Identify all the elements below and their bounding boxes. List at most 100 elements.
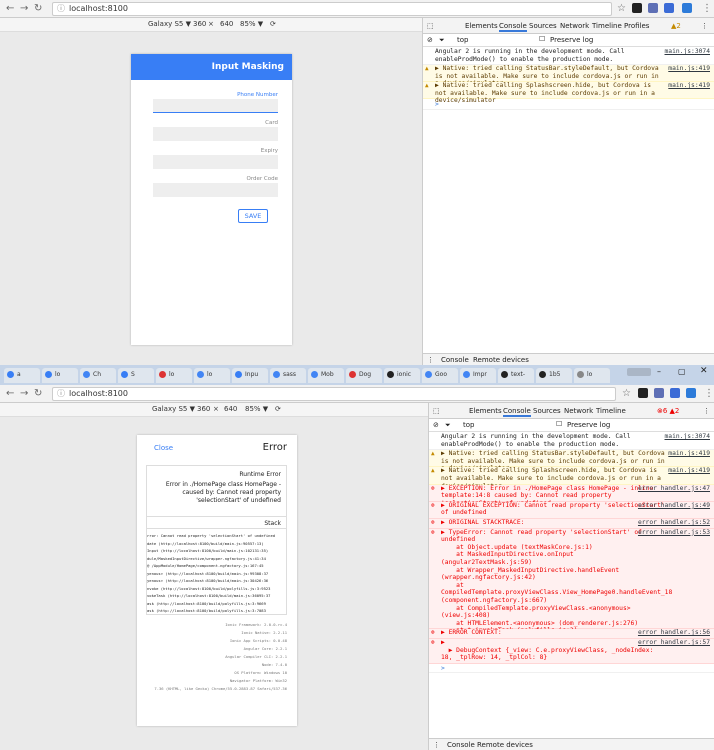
console-message: Angular 2 is running in the development …	[429, 433, 714, 451]
browser-tab[interactable]: Ch	[80, 368, 116, 383]
order-code-input[interactable]	[153, 183, 278, 197]
device-select[interactable]: Galaxy S5 ▼	[152, 403, 195, 416]
tab-sources[interactable]: Sources	[533, 407, 561, 415]
reload-icon[interactable]: ↻	[34, 3, 42, 14]
extension-icon[interactable]	[638, 388, 648, 398]
extension-icon[interactable]	[682, 3, 692, 13]
maximize-icon[interactable]: ▢	[678, 367, 686, 376]
close-button[interactable]: Close	[154, 444, 173, 452]
extension-icon[interactable]	[632, 3, 642, 13]
tab-network[interactable]: Network	[564, 407, 593, 415]
tab-elements[interactable]: Elements	[469, 407, 502, 415]
drawer-tab-console[interactable]: Console	[441, 356, 469, 364]
context-select[interactable]: top	[463, 421, 474, 429]
console-error: ⊗ ▶ ▶ DebugContext {_view: C.e.proxyViewC…	[429, 639, 714, 664]
tab-timeline[interactable]: Timeline	[592, 22, 622, 30]
console-error: ⊗ ▶ ERROR CONTEXT: error_handler.js:56	[429, 629, 714, 639]
device-toolbar: Galaxy S5 ▼ 360 × 640 85% ▼ ⟳	[0, 18, 422, 32]
error-count[interactable]: ⊗6 ▲2	[657, 407, 679, 415]
browser-tab[interactable]: Mob	[308, 368, 344, 383]
context-select[interactable]: top	[457, 36, 468, 44]
inspect-icon[interactable]: ⬚	[433, 407, 440, 415]
filter-icon[interactable]: ⏷	[445, 421, 451, 430]
profile-icon[interactable]	[627, 368, 651, 376]
drawer-tab-remote-devices[interactable]: Remote devices	[477, 741, 533, 749]
rotate-icon[interactable]: ⟳	[270, 18, 276, 31]
tab-favicon-icon	[539, 371, 546, 378]
rotate-icon[interactable]: ⟳	[275, 403, 281, 416]
phone-input[interactable]	[153, 99, 278, 113]
browser-tab[interactable]: Dog	[346, 368, 382, 383]
minimize-icon[interactable]: –	[657, 367, 661, 376]
zoom-select[interactable]: 85% ▼	[240, 18, 263, 31]
back-icon[interactable]: ←	[6, 3, 14, 14]
drawer-tab-remote-devices[interactable]: Remote devices	[473, 356, 529, 364]
reload-icon[interactable]: ↻	[34, 388, 42, 399]
browser-tab[interactable]: ionic	[384, 368, 420, 383]
info-line: 7.36 (KHTML, like Gecko) Chrome/55.0.288…	[154, 686, 287, 691]
browser-tab[interactable]: lo	[156, 368, 192, 383]
extension-icon[interactable]	[686, 388, 696, 398]
tab-timeline[interactable]: Timeline	[596, 407, 626, 415]
browser-tab[interactable]: lo	[574, 368, 610, 383]
devtools-menu-icon[interactable]: ⋮	[701, 22, 708, 30]
info-line: Node: 7.4.0	[261, 662, 287, 667]
tab-profiles[interactable]: Profiles	[624, 22, 649, 30]
drawer-menu-icon[interactable]: ⋮	[427, 356, 434, 364]
preserve-log-checkbox[interactable]: ☐	[556, 420, 562, 428]
filter-icon[interactable]: ⏷	[439, 36, 445, 45]
tab-favicon-icon	[349, 371, 356, 378]
console-prompt[interactable]: >	[423, 101, 714, 110]
forward-icon[interactable]: →	[20, 3, 28, 14]
browser-tab[interactable]: a	[4, 368, 40, 383]
devtools-drawer: ⋮ Console Remote devices	[423, 353, 714, 365]
clear-icon[interactable]: ⊘	[433, 421, 439, 429]
browser-tab[interactable]: Goo	[422, 368, 458, 383]
browser-tab[interactable]: lo	[194, 368, 230, 383]
forward-icon[interactable]: →	[20, 388, 28, 399]
error-icon: ⊗	[431, 629, 435, 637]
drawer-tab-console[interactable]: Console	[447, 741, 475, 749]
menu-icon[interactable]: ⋮	[702, 3, 712, 14]
card-input[interactable]	[153, 127, 278, 141]
phone-label: Phone Number	[237, 92, 278, 98]
browser-tab[interactable]: sass	[270, 368, 306, 383]
url-input[interactable]: ⓘ localhost:8100	[52, 387, 616, 401]
clear-icon[interactable]: ⊘	[427, 36, 433, 44]
menu-icon[interactable]: ⋮	[704, 388, 714, 399]
device-select[interactable]: Galaxy S5 ▼	[148, 18, 191, 31]
browser-tab[interactable]: Inpu	[232, 368, 268, 383]
star-icon[interactable]: ☆	[622, 388, 631, 399]
warning-count[interactable]: ▲2	[671, 22, 681, 30]
zoom-select[interactable]: 85% ▼	[245, 403, 268, 416]
expiry-input[interactable]	[153, 155, 278, 169]
tab-favicon-icon	[7, 371, 14, 378]
save-button[interactable]: SAVE	[238, 209, 268, 223]
browser-tab[interactable]: Impr	[460, 368, 496, 383]
console-error: ⊗ ▶ EXCEPTION: Error in ./HomePage class …	[429, 484, 714, 507]
extension-icon[interactable]	[670, 388, 680, 398]
tab-network[interactable]: Network	[560, 22, 589, 30]
tab-console[interactable]: Console	[503, 407, 531, 417]
browser-tab[interactable]: lo	[42, 368, 78, 383]
tab-elements[interactable]: Elements	[465, 22, 498, 30]
url-input[interactable]: ⓘ localhost:8100	[52, 2, 612, 16]
browser-tab[interactable]: S	[118, 368, 154, 383]
devtools-menu-icon[interactable]: ⋮	[703, 407, 710, 415]
inspect-icon[interactable]: ⬚	[427, 22, 434, 30]
extension-icon[interactable]	[664, 3, 674, 13]
browser-tab[interactable]: text-	[498, 368, 534, 383]
drawer-menu-icon[interactable]: ⋮	[433, 741, 440, 749]
extension-icon[interactable]	[648, 3, 658, 13]
browser-tab[interactable]: 1b5	[536, 368, 572, 383]
preserve-log-checkbox[interactable]: ☐	[539, 35, 545, 43]
back-icon[interactable]: ←	[6, 388, 14, 399]
window-close-icon[interactable]: ✕	[700, 366, 708, 376]
extension-icon[interactable]	[654, 388, 664, 398]
console-prompt[interactable]: >	[429, 665, 714, 674]
stack-line: nvoke (http://localhost:8100/build/polyf…	[147, 585, 271, 591]
tab-sources[interactable]: Sources	[529, 22, 557, 30]
star-icon[interactable]: ☆	[617, 3, 626, 14]
stack-line: yenous> (http://localhost:8100/build/mai…	[147, 570, 269, 576]
tab-console[interactable]: Console	[499, 22, 527, 32]
